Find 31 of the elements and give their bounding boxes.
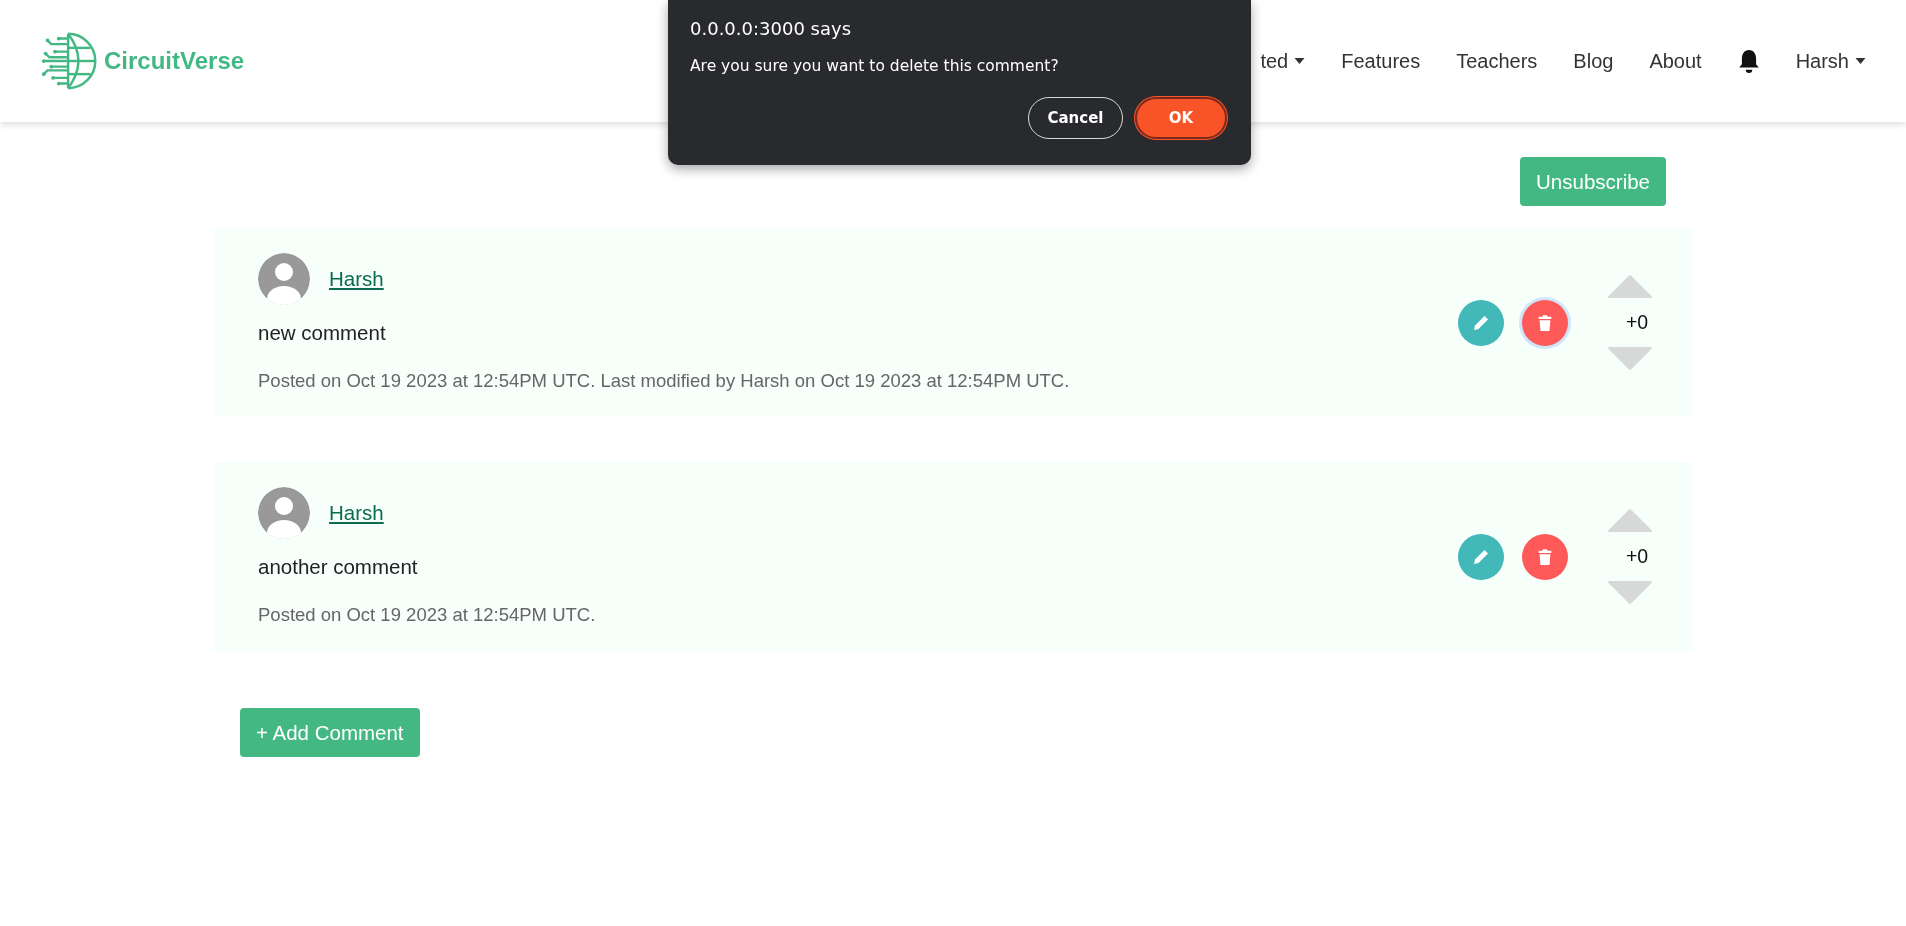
comment-meta: Posted on Oct 19 2023 at 12:54PM UTC. Last modified by Harsh on Oct 19 2023 at 12:54PM UTC. (258, 370, 1070, 392)
vote-count: +0 (1624, 311, 1649, 334)
nav-link[interactable]: Blog (1573, 49, 1614, 73)
delete-button[interactable] (1522, 299, 1568, 346)
avatar-icon (258, 253, 310, 305)
delete-button[interactable] (1522, 533, 1568, 580)
nav-link[interactable]: Teachers (1456, 49, 1538, 73)
author-link[interactable]: Harsh (329, 501, 384, 525)
author-link[interactable]: Harsh (329, 267, 384, 291)
upvote-icon[interactable] (1608, 275, 1652, 299)
caret-icon[interactable] (1855, 58, 1866, 64)
comment-text: another comment (258, 555, 419, 579)
downvote-icon[interactable] (1608, 346, 1652, 370)
dialog-message: Are you sure you want to delete this comment? (690, 57, 1060, 75)
nav-link[interactable]: Harsh (1795, 49, 1866, 73)
caret-icon[interactable] (1294, 58, 1306, 64)
bell-icon[interactable] (1737, 49, 1760, 73)
trash-icon (1536, 312, 1554, 333)
trash-icon (1536, 546, 1554, 567)
nav-link[interactable]: ted (1260, 49, 1306, 73)
comment-text: new comment (258, 321, 387, 345)
edit-button[interactable] (1458, 533, 1504, 580)
avatar-icon (258, 487, 310, 539)
edit-button[interactable] (1458, 299, 1504, 346)
upvote-icon[interactable] (1608, 509, 1652, 533)
nav-link[interactable]: Features (1341, 49, 1421, 73)
comment-meta: Posted on Oct 19 2023 at 12:54PM UTC. (258, 604, 596, 626)
dialog-title: 0.0.0.0:3000 says (690, 18, 852, 39)
downvote-icon[interactable] (1608, 580, 1652, 604)
nav-link[interactable]: About (1649, 49, 1702, 73)
vote-count: +0 (1624, 545, 1649, 568)
